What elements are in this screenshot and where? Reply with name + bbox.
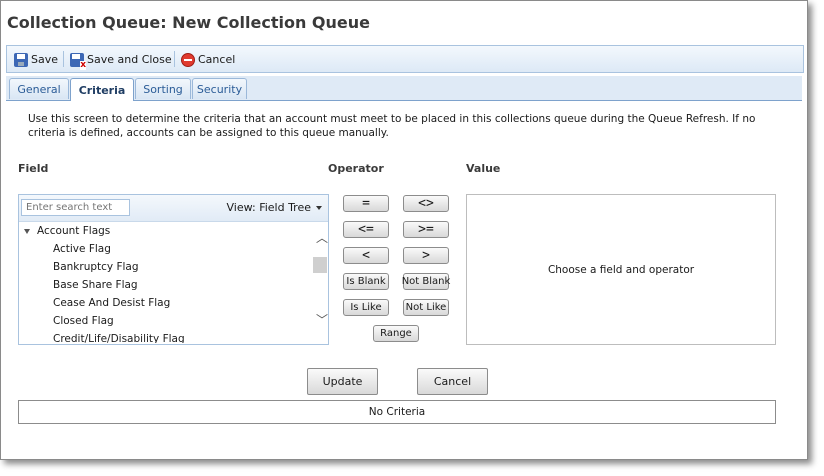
- value-panel: Choose a field and operator: [466, 194, 776, 345]
- cancel-button[interactable]: Cancel: [417, 368, 488, 395]
- field-search-input[interactable]: [21, 199, 130, 216]
- page-title: Collection Queue: New Collection Queue: [7, 13, 370, 32]
- chevron-down-icon: [316, 205, 322, 210]
- save-and-close-label: Save and Close: [87, 53, 172, 66]
- tree-item[interactable]: Closed Flag: [19, 312, 311, 330]
- save-icon: [14, 52, 28, 67]
- tree-item[interactable]: Base Share Flag: [19, 276, 311, 294]
- scroll-down-icon[interactable]: ﹀: [316, 314, 328, 326]
- cancel-icon: [181, 52, 195, 67]
- field-panel-header: View: Field Tree: [19, 195, 328, 222]
- tree-item[interactable]: Credit/Life/Disability Flag: [19, 330, 311, 343]
- criteria-list: No Criteria: [18, 400, 776, 424]
- tree-item[interactable]: Bankruptcy Flag: [19, 258, 311, 276]
- operator-greater-button[interactable]: >: [403, 247, 449, 264]
- operator-less-equal-button[interactable]: <=: [343, 221, 389, 238]
- toolbar: Save Save and Close Cancel: [6, 45, 804, 73]
- save-button-label: Save: [31, 53, 59, 66]
- collection-queue-window: Collection Queue: New Collection Queue S…: [0, 0, 808, 460]
- cancel-toolbar-label: Cancel: [198, 53, 236, 66]
- field-tree-panel: View: Field Tree Account Flags Active Fl…: [18, 194, 329, 345]
- save-and-close-button[interactable]: Save and Close: [70, 51, 172, 70]
- tree-node-label: Account Flags: [37, 225, 111, 237]
- tab-criteria[interactable]: Criteria: [70, 78, 134, 101]
- operator-not-like-button[interactable]: Not Like: [403, 299, 449, 316]
- criteria-description: Use this screen to determine the criteri…: [28, 113, 756, 139]
- operator-not-equals-button[interactable]: <>: [403, 195, 449, 212]
- toolbar-separator: [63, 51, 64, 67]
- tab-sorting[interactable]: Sorting: [135, 78, 191, 99]
- tree-scrollbar[interactable]: ︿ ﹀: [312, 222, 328, 343]
- view-dropdown[interactable]: View: Field Tree: [226, 201, 322, 214]
- expand-triangle-icon[interactable]: [24, 228, 30, 234]
- operator-header: Operator: [328, 162, 384, 175]
- field-header: Field: [18, 162, 49, 175]
- tree-node-account-flags[interactable]: Account Flags: [19, 222, 311, 240]
- save-button[interactable]: Save: [14, 51, 58, 68]
- operator-range-button[interactable]: Range: [373, 325, 419, 342]
- update-button[interactable]: Update: [307, 368, 378, 395]
- scroll-up-icon[interactable]: ︿: [316, 232, 328, 244]
- operator-not-blank-button[interactable]: Not Blank: [402, 273, 450, 290]
- operator-equals-button[interactable]: =: [343, 195, 389, 212]
- scrollbar-thumb[interactable]: [313, 257, 327, 273]
- operator-is-like-button[interactable]: Is Like: [343, 299, 389, 316]
- field-tree: Account Flags Active Flag Bankruptcy Fla…: [19, 222, 311, 343]
- tree-item[interactable]: Cease And Desist Flag: [19, 294, 311, 312]
- value-header: Value: [466, 162, 501, 175]
- toolbar-separator: [174, 51, 175, 67]
- cancel-toolbar-button[interactable]: Cancel: [181, 51, 235, 68]
- tab-general[interactable]: General: [9, 78, 69, 99]
- tree-item[interactable]: Active Flag: [19, 240, 311, 258]
- operator-is-blank-button[interactable]: Is Blank: [343, 273, 389, 290]
- tab-security[interactable]: Security: [192, 78, 247, 99]
- view-dropdown-label: View: Field Tree: [226, 201, 311, 214]
- save-and-close-icon: [70, 52, 86, 70]
- operator-less-button[interactable]: <: [343, 247, 389, 264]
- tab-bar: General Criteria Sorting Security: [6, 76, 802, 101]
- operator-greater-equal-button[interactable]: >=: [403, 221, 449, 238]
